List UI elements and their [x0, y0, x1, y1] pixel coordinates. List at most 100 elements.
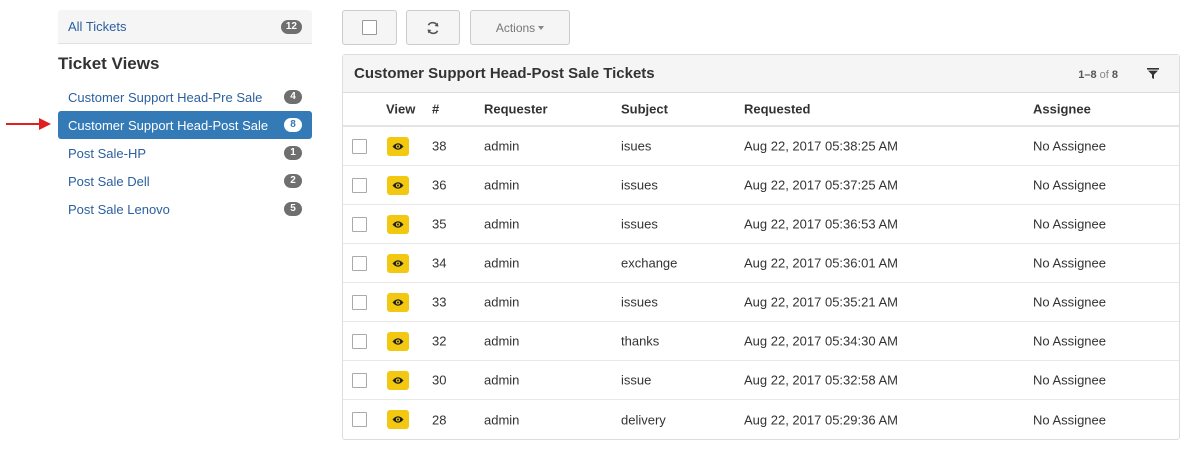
ticket-requester: admin — [484, 255, 520, 271]
panel-title: Customer Support Head-Post Sale Tickets — [354, 65, 655, 82]
ticket-requested-date: Aug 22, 2017 05:34:30 AM — [744, 333, 898, 349]
ticket-number: 34 — [432, 255, 447, 271]
ticket-assignee: No Assignee — [1033, 216, 1106, 232]
sidebar-item-post-sale-dell[interactable]: Post Sale Dell 2 — [58, 167, 312, 195]
sidebar-item-pre-sale[interactable]: Customer Support Head-Pre Sale 4 — [58, 83, 312, 111]
view-ticket-button[interactable] — [387, 410, 409, 429]
row-checkbox[interactable] — [352, 178, 367, 193]
eye-icon — [392, 260, 404, 267]
column-header-number[interactable]: # — [432, 102, 439, 117]
eye-icon — [392, 299, 404, 306]
column-header-view[interactable]: View — [386, 102, 415, 117]
eye-icon — [392, 416, 404, 423]
table-row[interactable]: 36 admin issues Aug 22, 2017 05:37:25 AM No … — [343, 166, 1179, 205]
table-row[interactable]: 30 admin issue Aug 22, 2017 05:32:58 AM No A… — [343, 361, 1179, 400]
row-checkbox[interactable] — [352, 139, 367, 154]
pager-total: 8 — [1111, 69, 1118, 81]
refresh-button[interactable] — [406, 10, 460, 45]
pager-range: 1–8 — [1078, 69, 1097, 81]
table-row[interactable]: 32 admin thanks Aug 22, 2017 05:34:30 AM No … — [343, 322, 1179, 361]
sidebar-item-all-tickets[interactable]: All Tickets 12 — [58, 10, 312, 44]
eye-icon — [392, 377, 404, 384]
ticket-requester: admin — [484, 294, 520, 310]
sidebar-item-label: Post Sale Lenovo — [68, 201, 170, 217]
row-checkbox[interactable] — [352, 217, 367, 232]
table-row[interactable]: 38 admin isues Aug 22, 2017 05:38:25 AM No A… — [343, 127, 1179, 166]
pagination-info: 1–8 of 8 — [1078, 69, 1118, 81]
caret-down-icon — [538, 25, 545, 30]
select-all-button[interactable] — [342, 10, 397, 45]
ticket-number: 38 — [432, 138, 447, 154]
ticket-view-list: Customer Support Head-Pre Sale 4 Custome… — [58, 83, 312, 223]
row-checkbox[interactable] — [352, 256, 367, 271]
view-ticket-button[interactable] — [387, 332, 409, 351]
ticket-number: 36 — [432, 177, 447, 193]
ticket-assignee: No Assignee — [1033, 294, 1106, 310]
ticket-requested-date: Aug 22, 2017 05:37:25 AM — [744, 177, 898, 193]
ticket-assignee: No Assignee — [1033, 412, 1106, 427]
count-badge: 1 — [284, 146, 302, 160]
ticket-assignee: No Assignee — [1033, 333, 1106, 349]
table-header: View # Requester Subject Requested Assig… — [343, 93, 1179, 127]
count-badge: 4 — [284, 90, 302, 104]
row-checkbox[interactable] — [352, 295, 367, 310]
count-badge: 5 — [284, 202, 302, 216]
ticket-requester: admin — [484, 412, 520, 427]
ticket-subject[interactable]: issues — [621, 217, 658, 232]
view-ticket-button[interactable] — [387, 371, 409, 390]
row-checkbox[interactable] — [352, 373, 367, 388]
table-row[interactable]: 28 admin delivery Aug 22, 2017 05:29:36 AM N… — [343, 400, 1179, 439]
ticket-requester: admin — [484, 138, 520, 154]
filter-icon[interactable] — [1147, 68, 1159, 79]
ticket-requester: admin — [484, 177, 520, 193]
table-row[interactable]: 33 admin issues Aug 22, 2017 05:35:21 AM No … — [343, 283, 1179, 322]
eye-icon — [392, 338, 404, 345]
table-row[interactable]: 35 admin issues Aug 22, 2017 05:36:53 AM No … — [343, 205, 1179, 244]
ticket-number: 33 — [432, 294, 447, 310]
ticket-assignee: No Assignee — [1033, 372, 1106, 388]
column-header-assignee[interactable]: Assignee — [1033, 102, 1091, 117]
view-ticket-button[interactable] — [387, 215, 409, 234]
actions-dropdown[interactable]: Actions — [470, 10, 570, 45]
ticket-requested-date: Aug 22, 2017 05:38:25 AM — [744, 138, 898, 154]
sidebar-item-post-sale[interactable]: Customer Support Head-Post Sale 8 — [58, 111, 312, 139]
ticket-views-heading: Ticket Views — [58, 54, 160, 73]
column-header-subject[interactable]: Subject — [621, 102, 668, 117]
ticket-number: 30 — [432, 372, 447, 388]
ticket-subject[interactable]: delivery — [621, 412, 666, 427]
view-ticket-button[interactable] — [387, 176, 409, 195]
column-header-requested[interactable]: Requested — [744, 102, 810, 117]
view-ticket-button[interactable] — [387, 293, 409, 312]
ticket-assignee: No Assignee — [1033, 138, 1106, 154]
ticket-subject[interactable]: thanks — [621, 334, 659, 349]
ticket-requested-date: Aug 22, 2017 05:32:58 AM — [744, 372, 898, 388]
sidebar-item-post-sale-lenovo[interactable]: Post Sale Lenovo 5 — [58, 195, 312, 223]
eye-icon — [392, 221, 404, 228]
actions-label: Actions — [495, 20, 536, 35]
count-badge: 2 — [284, 174, 302, 188]
view-ticket-button[interactable] — [387, 137, 409, 156]
column-header-requester[interactable]: Requester — [484, 102, 548, 117]
select-all-checkbox[interactable] — [362, 20, 377, 35]
sidebar-item-label: All Tickets — [68, 19, 127, 34]
pointer-arrow-icon — [6, 118, 51, 130]
sidebar-item-label: Post Sale Dell — [68, 173, 150, 189]
sidebar-item-post-sale-hp[interactable]: Post Sale-HP 1 — [58, 139, 312, 167]
refresh-icon — [427, 21, 439, 34]
row-checkbox[interactable] — [352, 334, 367, 349]
view-ticket-button[interactable] — [387, 254, 409, 273]
ticket-number: 28 — [432, 412, 447, 427]
ticket-subject[interactable]: isues — [621, 139, 651, 154]
sidebar-item-label: Post Sale-HP — [68, 145, 147, 161]
ticket-subject[interactable]: issues — [621, 295, 658, 310]
ticket-subject[interactable]: issue — [621, 373, 651, 388]
row-checkbox[interactable] — [352, 412, 367, 427]
ticket-subject[interactable]: exchange — [621, 256, 677, 271]
panel-header: Customer Support Head-Post Sale Tickets … — [343, 55, 1179, 93]
ticket-number: 35 — [432, 216, 447, 232]
ticket-requester: admin — [484, 372, 520, 388]
sidebar-item-label: Customer Support Head-Pre Sale — [68, 89, 263, 105]
ticket-subject[interactable]: issues — [621, 178, 658, 193]
sidebar-item-label: Customer Support Head-Post Sale — [68, 117, 269, 133]
table-row[interactable]: 34 admin exchange Aug 22, 2017 05:36:01 AM N… — [343, 244, 1179, 283]
